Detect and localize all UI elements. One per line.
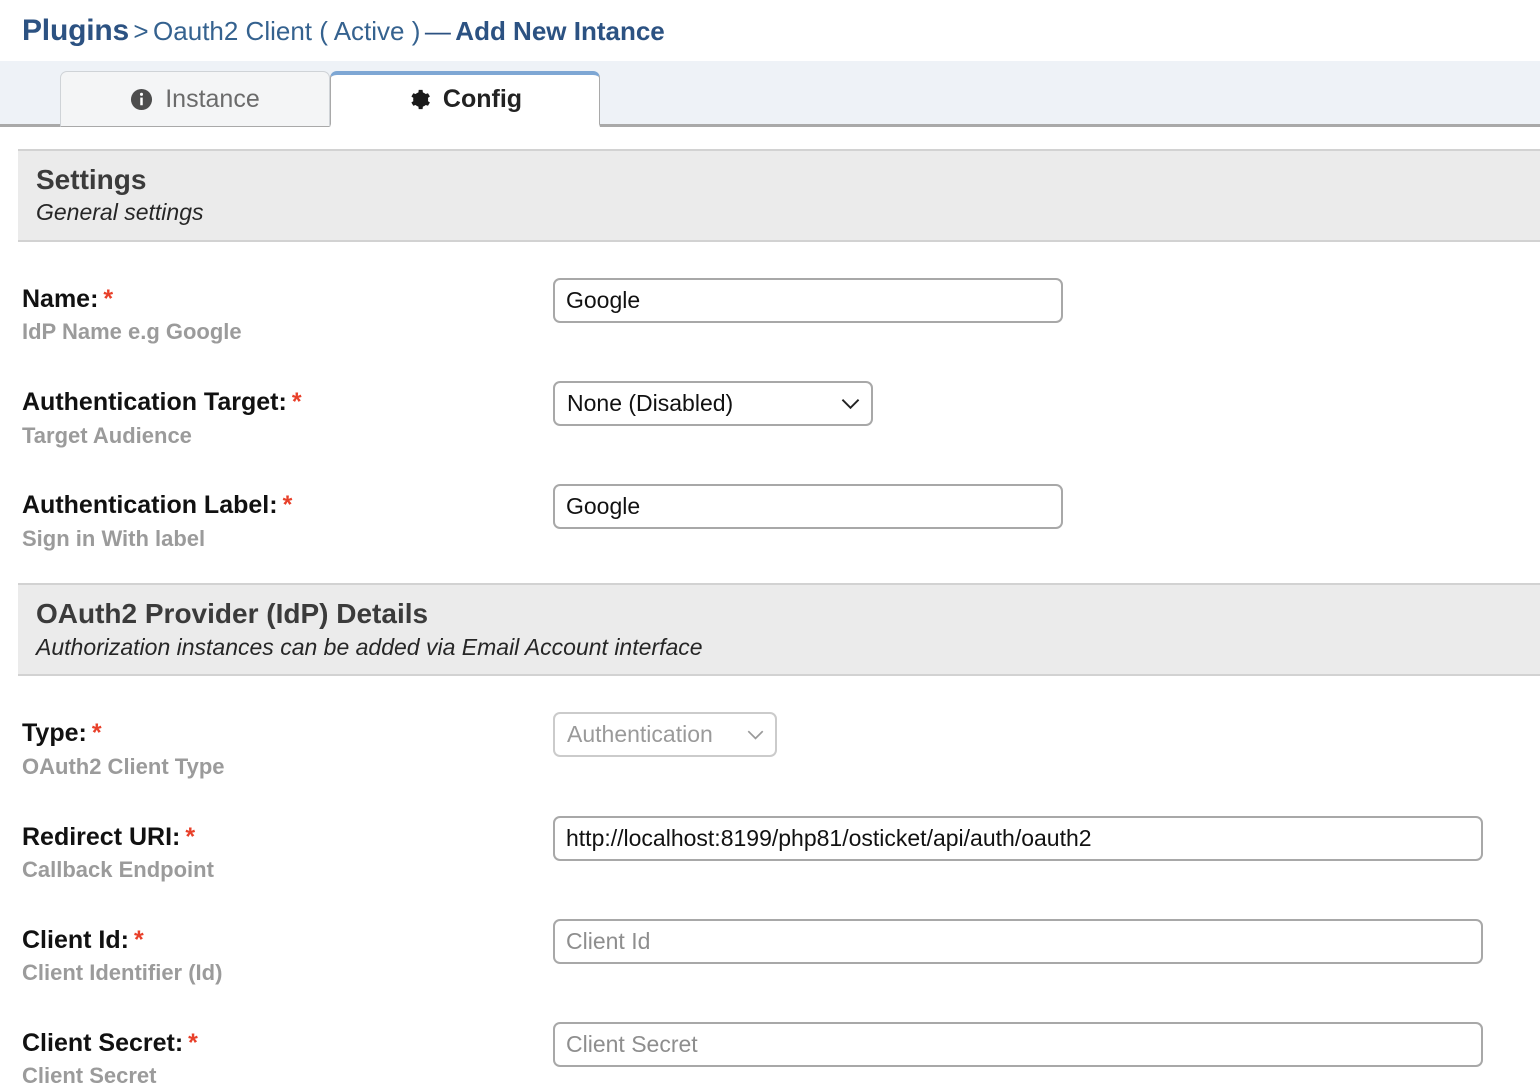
settings-form: Name:* IdP Name e.g Google Authenticatio… <box>0 278 1540 554</box>
tab-instance[interactable]: Instance <box>60 71 330 127</box>
tab-instance-label: Instance <box>165 85 260 114</box>
field-row-authentication-target: Authentication Target:* Target Audience … <box>22 381 1540 450</box>
field-col <box>553 816 1540 861</box>
tab-bar: Instance Config <box>0 61 1540 127</box>
label-col: Client Secret:* Client Secret <box>22 1022 553 1090</box>
section-subtitle: Authorization instances can be added via… <box>36 633 1540 663</box>
field-row-authentication-label: Authentication Label:* Sign in With labe… <box>22 484 1540 553</box>
field-col <box>553 1022 1540 1067</box>
required-marker: * <box>185 823 195 851</box>
field-row-type: Type:* OAuth2 Client Type Authentication <box>22 712 1540 781</box>
redirect-uri-input[interactable] <box>553 816 1483 861</box>
label-col: Authentication Target:* Target Audience <box>22 381 553 450</box>
label-col: Authentication Label:* Sign in With labe… <box>22 484 553 553</box>
field-hint: IdP Name e.g Google <box>22 317 553 347</box>
tab-config-label: Config <box>443 85 522 114</box>
required-marker: * <box>188 1029 198 1057</box>
field-label-text: Type: <box>22 719 87 747</box>
name-input[interactable] <box>553 278 1063 323</box>
field-hint: OAuth2 Client Type <box>22 752 553 782</box>
chevron-down-icon <box>747 729 764 740</box>
label-col: Redirect URI:* Callback Endpoint <box>22 816 553 885</box>
section-subtitle: General settings <box>36 198 1540 228</box>
label-col: Name:* IdP Name e.g Google <box>22 278 553 347</box>
field-col <box>553 484 1540 529</box>
breadcrumb-root[interactable]: Plugins <box>22 14 129 47</box>
info-icon <box>130 88 153 111</box>
oauth2-provider-form: Type:* OAuth2 Client Type Authentication <box>0 712 1540 1090</box>
field-label: Redirect URI:* <box>22 822 553 853</box>
field-label-text: Client Secret: <box>22 1029 183 1057</box>
chevron-down-icon <box>841 398 860 410</box>
type-value: Authentication <box>567 721 713 748</box>
authentication-target-select-wrap: None (Disabled) <box>553 381 873 426</box>
field-label-text: Client Id: <box>22 926 129 954</box>
field-label-text: Authentication Label: <box>22 491 278 519</box>
field-label: Name:* <box>22 284 553 315</box>
field-col <box>553 278 1540 323</box>
section-header-oauth2-provider: OAuth2 Provider (IdP) Details Authorizat… <box>18 583 1540 676</box>
client-secret-input[interactable] <box>553 1022 1483 1067</box>
gear-icon <box>408 88 431 111</box>
label-col: Client Id:* Client Identifier (Id) <box>22 919 553 988</box>
field-col: Authentication <box>553 712 1540 757</box>
tab-config[interactable]: Config <box>330 71 600 127</box>
breadcrumb: Plugins > Oauth2 Client ( Active ) — Add… <box>0 0 1540 61</box>
section-header-settings: Settings General settings <box>18 149 1540 242</box>
breadcrumb-separator: > <box>133 16 148 46</box>
authentication-label-input[interactable] <box>553 484 1063 529</box>
required-marker: * <box>92 719 102 747</box>
label-col: Type:* OAuth2 Client Type <box>22 712 553 781</box>
client-id-input[interactable] <box>553 919 1483 964</box>
field-label: Authentication Target:* <box>22 387 553 418</box>
breadcrumb-dash: — <box>425 16 451 46</box>
breadcrumb-plugin[interactable]: Oauth2 Client ( Active ) <box>153 16 420 46</box>
field-hint: Callback Endpoint <box>22 855 553 885</box>
field-label: Authentication Label:* <box>22 490 553 521</box>
field-label: Client Id:* <box>22 925 553 956</box>
required-marker: * <box>134 926 144 954</box>
authentication-target-value: None (Disabled) <box>567 390 733 417</box>
field-col: None (Disabled) <box>553 381 1540 426</box>
required-marker: * <box>103 285 113 313</box>
field-label-text: Redirect URI: <box>22 823 180 851</box>
field-hint: Client Identifier (Id) <box>22 958 553 988</box>
field-hint: Target Audience <box>22 421 553 451</box>
field-row-name: Name:* IdP Name e.g Google <box>22 278 1540 347</box>
required-marker: * <box>292 388 302 416</box>
type-select-wrap: Authentication <box>553 712 777 757</box>
field-hint: Sign in With label <box>22 524 553 554</box>
breadcrumb-action: Add New Intance <box>455 16 664 46</box>
authentication-target-select[interactable]: None (Disabled) <box>553 381 873 426</box>
field-label-text: Name: <box>22 285 98 313</box>
field-label: Type:* <box>22 718 553 749</box>
field-label-text: Authentication Target: <box>22 388 287 416</box>
section-title: OAuth2 Provider (IdP) Details <box>36 597 1540 630</box>
field-row-client-id: Client Id:* Client Identifier (Id) <box>22 919 1540 988</box>
required-marker: * <box>283 491 293 519</box>
field-hint: Client Secret <box>22 1061 553 1090</box>
field-row-client-secret: Client Secret:* Client Secret <box>22 1022 1540 1090</box>
type-select: Authentication <box>553 712 777 757</box>
field-label: Client Secret:* <box>22 1028 553 1059</box>
field-row-redirect-uri: Redirect URI:* Callback Endpoint <box>22 816 1540 885</box>
field-col <box>553 919 1540 964</box>
section-title: Settings <box>36 163 1540 196</box>
